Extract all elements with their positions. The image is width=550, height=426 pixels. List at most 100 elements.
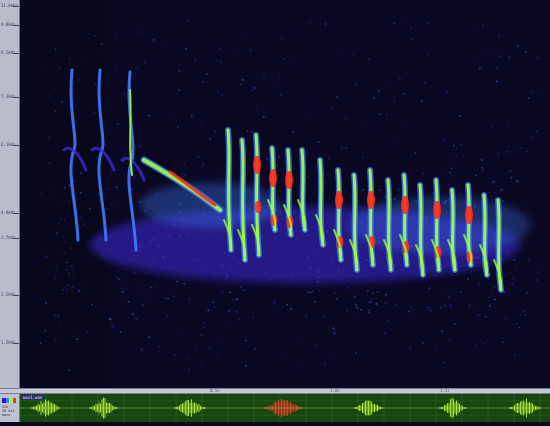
noise-speck bbox=[368, 58, 370, 60]
noise-speck bbox=[372, 292, 374, 294]
noise-speck bbox=[44, 65, 46, 67]
noise-speck bbox=[281, 37, 283, 39]
noise-speck bbox=[504, 273, 506, 275]
noise-speck bbox=[527, 97, 530, 99]
noise-speck bbox=[44, 329, 47, 332]
noise-speck bbox=[45, 302, 47, 304]
noise-speck bbox=[286, 303, 288, 306]
noise-speck bbox=[76, 338, 78, 340]
noise-speck bbox=[509, 272, 511, 274]
waveform-panel[interactable]: wav1.wav bbox=[19, 394, 550, 422]
noise-speck bbox=[362, 156, 364, 158]
noise-speck bbox=[346, 287, 348, 289]
noise-speck bbox=[263, 116, 265, 118]
noise-speck bbox=[408, 310, 410, 313]
noise-speck bbox=[63, 218, 65, 221]
noise-speck bbox=[245, 289, 247, 291]
noise-speck bbox=[64, 187, 66, 189]
noise-speck bbox=[330, 107, 332, 110]
noise-speck bbox=[300, 336, 302, 338]
noise-speck bbox=[150, 287, 153, 289]
noise-speck bbox=[191, 115, 193, 118]
spectrogram-app: 11.0kHz 9.8kHz 8.5kHz 7.3kHz 6.1kHz 4.9k… bbox=[0, 0, 550, 422]
noise-speck bbox=[307, 175, 309, 178]
noise-speck bbox=[333, 332, 336, 334]
noise-speck bbox=[125, 288, 127, 291]
noise-speck bbox=[460, 143, 462, 146]
noise-speck bbox=[443, 140, 445, 142]
noise-speck bbox=[207, 309, 209, 311]
noise-speck bbox=[402, 20, 404, 22]
noise-speck bbox=[334, 329, 336, 331]
noise-speck bbox=[84, 60, 86, 62]
noise-speck bbox=[69, 266, 71, 268]
noise-speck bbox=[306, 317, 308, 319]
noise-speck bbox=[122, 291, 124, 293]
noise-speck bbox=[369, 301, 372, 303]
noise-speck bbox=[289, 31, 291, 33]
noise-speck bbox=[79, 216, 81, 219]
noise-speck bbox=[505, 318, 507, 320]
noise-speck bbox=[251, 89, 253, 91]
noise-speck bbox=[278, 156, 280, 158]
noise-speck bbox=[508, 283, 510, 286]
noise-speck bbox=[116, 36, 118, 38]
noise-speck bbox=[537, 271, 540, 273]
noise-speck bbox=[296, 366, 298, 369]
noise-speck bbox=[135, 318, 137, 320]
noise-speck bbox=[516, 322, 518, 325]
spectrogram-plot bbox=[20, 0, 550, 388]
noise-speck bbox=[303, 103, 305, 105]
noise-speck bbox=[479, 67, 481, 70]
noise-speck bbox=[200, 334, 202, 337]
noise-speck bbox=[516, 180, 518, 182]
noise-speck bbox=[395, 304, 397, 306]
noise-speck bbox=[455, 155, 457, 158]
spectrogram-canvas[interactable] bbox=[20, 0, 550, 388]
noise-speck bbox=[197, 156, 200, 158]
noise-speck bbox=[477, 308, 479, 310]
noise-speck bbox=[294, 62, 296, 65]
noise-speck bbox=[376, 291, 379, 293]
noise-speck bbox=[65, 226, 68, 228]
noise-speck bbox=[459, 193, 461, 195]
ruler-tick bbox=[13, 25, 19, 26]
noise-speck bbox=[188, 368, 190, 371]
noise-speck bbox=[451, 273, 453, 275]
noise-speck bbox=[86, 205, 89, 207]
noise-speck bbox=[48, 95, 51, 97]
noise-speck bbox=[427, 54, 430, 56]
noise-speck bbox=[218, 337, 221, 340]
noise-speck bbox=[214, 306, 216, 308]
noise-speck bbox=[252, 316, 254, 319]
noise-speck bbox=[462, 155, 464, 158]
noise-speck bbox=[315, 344, 318, 346]
noise-speck bbox=[516, 45, 519, 47]
noise-speck bbox=[148, 114, 150, 117]
noise-speck bbox=[448, 183, 450, 185]
noise-speck bbox=[277, 85, 279, 88]
noise-speck bbox=[435, 347, 437, 349]
noise-speck bbox=[164, 46, 166, 48]
noise-speck bbox=[79, 289, 81, 292]
noise-speck bbox=[525, 51, 527, 53]
noise-speck bbox=[354, 317, 356, 319]
ruler-tick bbox=[13, 238, 19, 239]
noise-speck bbox=[403, 93, 405, 95]
noise-speck bbox=[305, 314, 307, 316]
noise-speck bbox=[488, 309, 490, 311]
noise-speck bbox=[45, 255, 48, 258]
noise-speck bbox=[66, 289, 68, 291]
noise-speck bbox=[481, 166, 483, 169]
noise-speck bbox=[294, 167, 296, 169]
noise-speck bbox=[116, 200, 119, 202]
noise-speck bbox=[68, 369, 71, 371]
noise-speck bbox=[55, 268, 58, 271]
waveform-plot bbox=[19, 394, 550, 422]
noise-speck bbox=[139, 145, 141, 147]
noise-speck bbox=[383, 332, 386, 334]
noise-speck bbox=[120, 287, 122, 290]
noise-speck bbox=[399, 78, 401, 80]
noise-speck bbox=[166, 315, 169, 317]
noise-speck bbox=[483, 343, 485, 345]
